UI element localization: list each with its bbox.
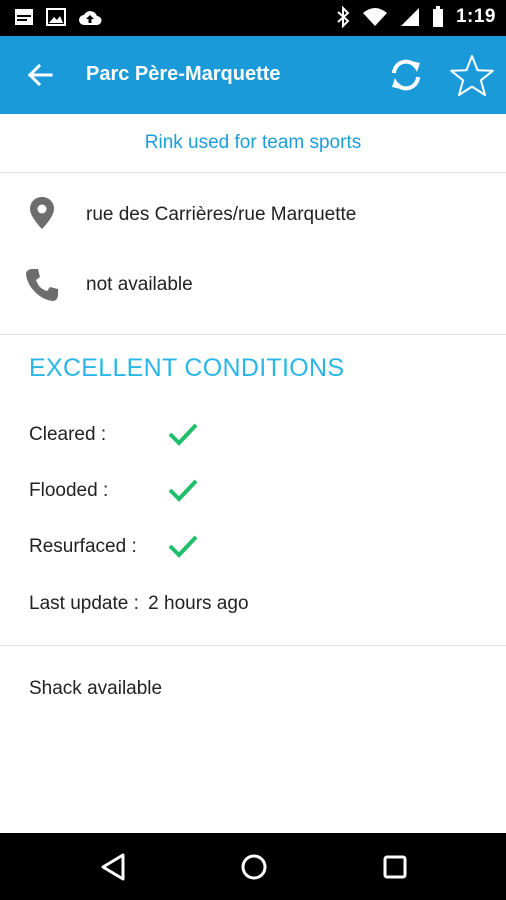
check-icon — [168, 479, 198, 502]
notification-icon — [15, 9, 33, 25]
recents-square-icon[interactable] — [379, 851, 411, 883]
signal-icon — [400, 8, 419, 26]
resurfaced-label: Resurfaced : — [29, 536, 137, 557]
cloud-upload-icon — [79, 11, 102, 25]
last-update: Last update : 2 hours ago — [29, 593, 249, 615]
divider — [0, 334, 506, 335]
app-bar: Parc Père-Marquette — [0, 36, 506, 114]
address-text: rue des Carrières/rue Marquette — [86, 204, 357, 225]
flooded-label: Flooded : — [29, 480, 109, 501]
status-time: 1:19 — [455, 6, 496, 27]
last-update-label: Last update : — [29, 593, 139, 614]
arrow-back-icon[interactable] — [24, 59, 56, 91]
status-right-icons: 1:19 — [336, 6, 496, 28]
image-icon — [46, 8, 66, 26]
phone-icon — [26, 269, 58, 301]
rink-type-description: Rink used for team sports — [144, 132, 362, 153]
star-outline-icon[interactable] — [449, 53, 495, 99]
back-triangle-icon[interactable] — [98, 851, 130, 883]
page-title: Parc Père-Marquette — [86, 63, 281, 85]
address-row[interactable]: rue des Carrières/rue Marquette — [0, 185, 506, 245]
rink-type-row: Rink used for team sports — [0, 114, 506, 173]
check-icon — [168, 535, 198, 558]
conditions-title: EXCELLENT CONDITIONS — [29, 354, 345, 382]
status-bar: 1:19 — [0, 0, 506, 36]
wifi-icon — [362, 8, 387, 26]
phone-row[interactable]: not available — [0, 255, 506, 315]
check-icon — [168, 423, 198, 446]
last-update-value: 2 hours ago — [148, 593, 249, 614]
refresh-icon[interactable] — [386, 55, 426, 95]
divider — [0, 645, 506, 646]
shack-status: Shack available — [29, 678, 163, 699]
phone-text: not available — [86, 274, 193, 295]
system-nav-bar — [0, 833, 506, 900]
cleared-label: Cleared : — [29, 424, 107, 445]
battery-icon — [432, 6, 443, 27]
bluetooth-icon — [337, 6, 350, 28]
status-left-icons — [14, 8, 102, 26]
home-circle-icon[interactable] — [238, 851, 270, 883]
location-pin-icon — [30, 197, 54, 229]
